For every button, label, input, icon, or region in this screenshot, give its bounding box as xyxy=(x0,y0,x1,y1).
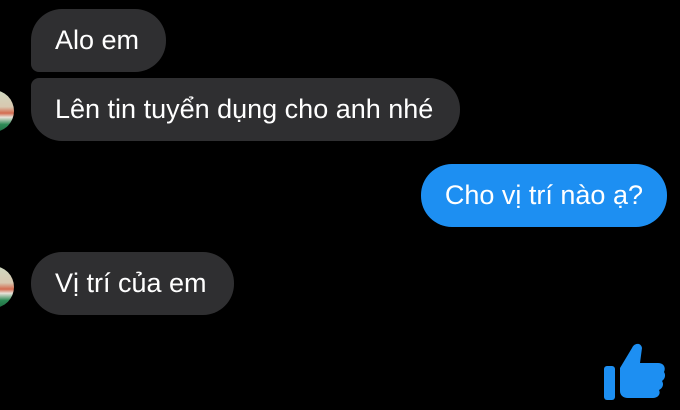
message-text: Alo em xyxy=(55,25,140,55)
contact-avatar[interactable] xyxy=(0,266,14,308)
outgoing-message-bubble[interactable]: Cho vị trí nào ạ? xyxy=(420,164,667,227)
message-text: Vị trí của em xyxy=(55,268,207,298)
incoming-message-bubble[interactable]: Lên tin tuyển dụng cho anh nhé xyxy=(31,78,461,141)
incoming-message-bubble[interactable]: Alo em xyxy=(31,9,167,72)
incoming-message-bubble[interactable]: Vị trí của em xyxy=(31,252,234,315)
contact-avatar[interactable] xyxy=(0,90,14,132)
message-text: Lên tin tuyển dụng cho anh nhé xyxy=(55,94,434,124)
message-thread: Alo em Lên tin tuyển dụng cho anh nhé Ch… xyxy=(0,0,680,410)
thumbs-up-icon[interactable] xyxy=(598,336,666,404)
message-text: Cho vị trí nào ạ? xyxy=(444,180,643,210)
